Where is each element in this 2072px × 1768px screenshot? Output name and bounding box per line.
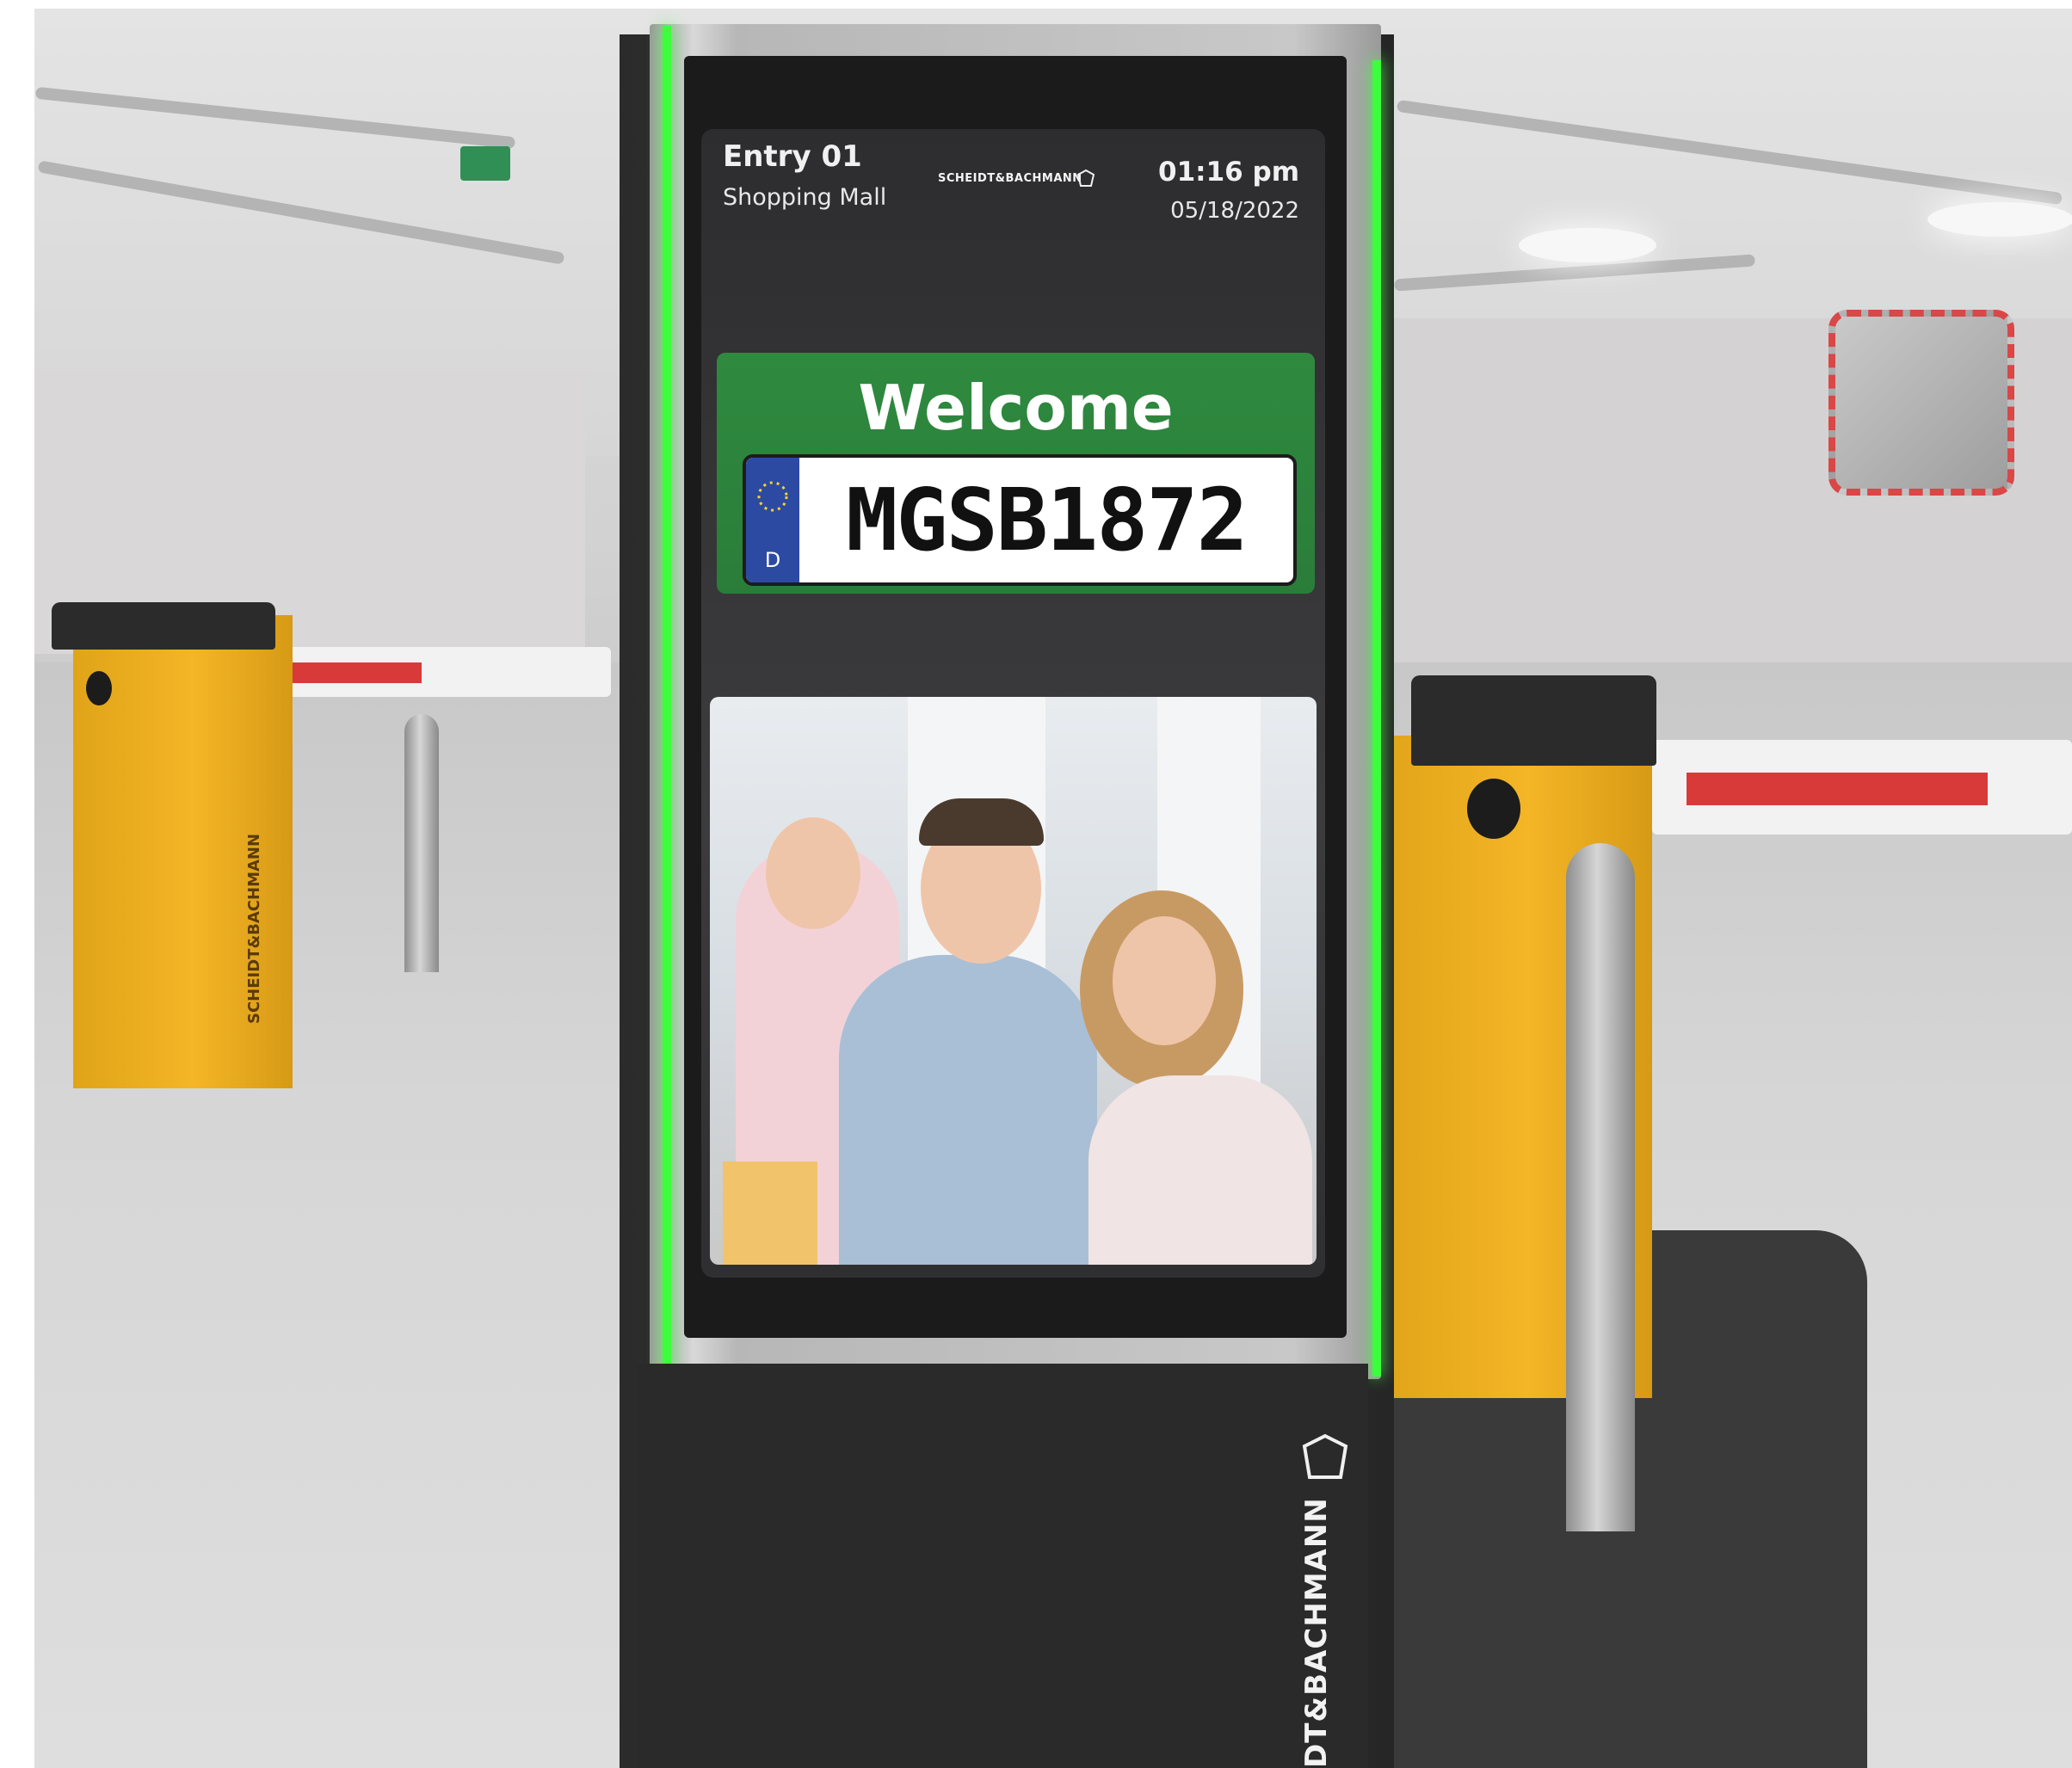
- parking-garage-scene: SCHEIDT&BACHMANN Entry 01 Shopping Mall …: [34, 9, 2072, 1768]
- kiosk-vertical-brand: DT&BACHMANN: [1299, 1497, 1334, 1768]
- arm-stripe: [1687, 773, 1988, 805]
- display-panel: Entry 01 Shopping Mall SCHEIDT&BACHMANN …: [701, 129, 1325, 1278]
- right-barrier-hole: [1467, 779, 1520, 839]
- plate-number: MGSB1872: [846, 470, 1249, 570]
- kiosk-shield-icon: [1302, 1433, 1348, 1479]
- left-barrier-arm: [250, 647, 611, 697]
- brand-logo: SCHEIDT&BACHMANN: [938, 172, 1082, 185]
- right-barrier-cap: [1411, 675, 1656, 766]
- left-barrier-hole: [86, 671, 112, 705]
- plate-country-code: D: [764, 548, 781, 572]
- eu-band: D: [746, 458, 799, 582]
- left-barrier-brand: SCHEIDT&BACHMANN: [245, 833, 263, 1024]
- ceiling-lamp: [1519, 228, 1656, 262]
- woman-figure: [1088, 1075, 1312, 1265]
- welcome-banner: Welcome D MGSB1872: [717, 353, 1315, 594]
- exit-sign-icon: [460, 146, 510, 181]
- advertisement-photo: [710, 697, 1317, 1265]
- right-barrier-arm: [1652, 740, 2072, 835]
- arm-stripe: [284, 662, 422, 683]
- license-plate: D MGSB1872: [743, 454, 1297, 586]
- left-barrier-post: [404, 714, 439, 972]
- man-hair: [919, 798, 1044, 846]
- man-figure: [839, 955, 1097, 1265]
- clock-time: 01:16 pm: [1158, 157, 1299, 188]
- shopping-bag: [723, 1161, 817, 1265]
- left-barrier-cap: [52, 602, 275, 650]
- brand-shield-icon: [1076, 169, 1095, 187]
- eu-stars-icon: [757, 481, 788, 512]
- welcome-heading: Welcome: [858, 372, 1174, 444]
- entry-title: Entry 01: [723, 139, 862, 174]
- clock-date: 05/18/2022: [1170, 198, 1299, 224]
- entry-location: Shopping Mall: [723, 184, 887, 211]
- child-face: [766, 817, 860, 929]
- woman-face: [1113, 916, 1216, 1045]
- right-led-strip: [1372, 60, 1381, 1377]
- kiosk-base: [637, 1364, 1368, 1768]
- convex-mirror: [1828, 310, 2014, 496]
- left-led-strip: [663, 26, 671, 1377]
- steel-bollard: [1566, 843, 1635, 1531]
- ceiling-lamp: [1927, 202, 2072, 237]
